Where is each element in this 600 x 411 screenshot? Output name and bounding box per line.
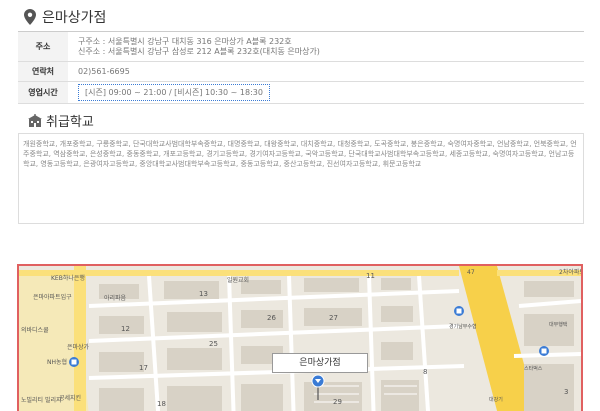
bus-stop-icon xyxy=(539,346,549,356)
hours-value: [시즌] 09:00 ~ 21:00 / [비시즌] 10:30 ~ 18:30 xyxy=(78,84,270,101)
tel-value: 02)561-6695 xyxy=(68,61,584,82)
map-label: 은마상가 xyxy=(67,343,90,351)
address-value: 구주소 : 서울특별시 강남구 대치동 316 은마상가 A블록 232호 신주… xyxy=(68,31,584,62)
block-number: 11 xyxy=(366,272,375,280)
store-header: 은마상가점 xyxy=(24,6,106,28)
block-number: 25 xyxy=(209,340,218,348)
store-title: 은마상가점 xyxy=(42,10,107,26)
map-label: 아리파음 xyxy=(104,294,127,302)
store-map[interactable]: KEB하나은행 은마아파트입구 일원교회 아리파음 의바디스쿨 은마상가 NH농… xyxy=(17,264,583,411)
hours-cell: [시즌] 09:00 ~ 21:00 / [비시즌] 10:30 ~ 18:30 xyxy=(68,81,584,104)
block-number: 3 xyxy=(564,388,568,396)
school-building-icon xyxy=(28,113,42,127)
block-number: 18 xyxy=(157,400,166,408)
map-label: KEB하나은행 xyxy=(51,274,85,282)
map-label: NH농협 xyxy=(47,358,67,366)
block-number: 29 xyxy=(333,398,342,406)
hours-label: 영업시간 xyxy=(18,81,68,104)
map-label: 일원교회 xyxy=(227,276,249,284)
block-number: 12 xyxy=(121,325,130,333)
tel-row: 연락처 02)561-6695 xyxy=(18,61,584,82)
location-pin-icon xyxy=(24,9,36,25)
map-label: 은마아파트입구 xyxy=(33,293,72,301)
map-canvas[interactable]: KEB하나은행 은마아파트입구 일원교회 아리파음 의바디스쿨 은마상가 NH농… xyxy=(19,266,581,411)
new-address: 신주소 : 서울특별시 강남구 삼성로 212 A블록 232호(대치동 은마상… xyxy=(78,46,320,56)
school-list: 개원중학교, 개포중학교, 구룡중학교, 단국대학교사범대학부속중학교, 대명중… xyxy=(18,133,584,224)
map-label: 대부행택 xyxy=(549,321,568,328)
block-number: 27 xyxy=(329,314,338,322)
block-number: 8 xyxy=(423,368,427,376)
map-label: 노빌리티 빌리지 xyxy=(21,396,62,404)
map-label: 대강기 xyxy=(489,396,503,403)
road-number: 47 xyxy=(467,269,475,276)
block-number: 26 xyxy=(267,314,276,322)
transit-icon xyxy=(454,306,464,316)
map-marker-icon[interactable] xyxy=(311,374,325,400)
hours-row: 영업시간 [시즌] 09:00 ~ 21:00 / [비시즌] 10:30 ~ … xyxy=(18,81,584,104)
map-label: 경기남부수협 xyxy=(449,323,477,330)
map-marker-label[interactable]: 은마상가점 xyxy=(272,353,368,373)
bus-stop-icon xyxy=(69,357,79,367)
map-label: 공세지킨 xyxy=(59,394,81,402)
block-number: 13 xyxy=(199,290,208,298)
school-title: 취급학교 xyxy=(46,114,94,130)
address-row: 주소 구주소 : 서울특별시 강남구 대치동 316 은마상가 A블록 232호… xyxy=(18,31,584,62)
map-label: 의바디스쿨 xyxy=(21,326,49,334)
map-label: 2차아파트 xyxy=(559,268,581,276)
map-label: 스타벅스 xyxy=(524,365,543,372)
address-label: 주소 xyxy=(18,31,68,62)
store-info-table: 주소 구주소 : 서울특별시 강남구 대치동 316 은마상가 A블록 232호… xyxy=(18,31,584,104)
block-number: 17 xyxy=(139,364,148,372)
old-address: 구주소 : 서울특별시 강남구 대치동 316 은마상가 A블록 232호 xyxy=(78,36,292,46)
school-header: 취급학교 xyxy=(28,110,94,130)
tel-label: 연락처 xyxy=(18,61,68,82)
